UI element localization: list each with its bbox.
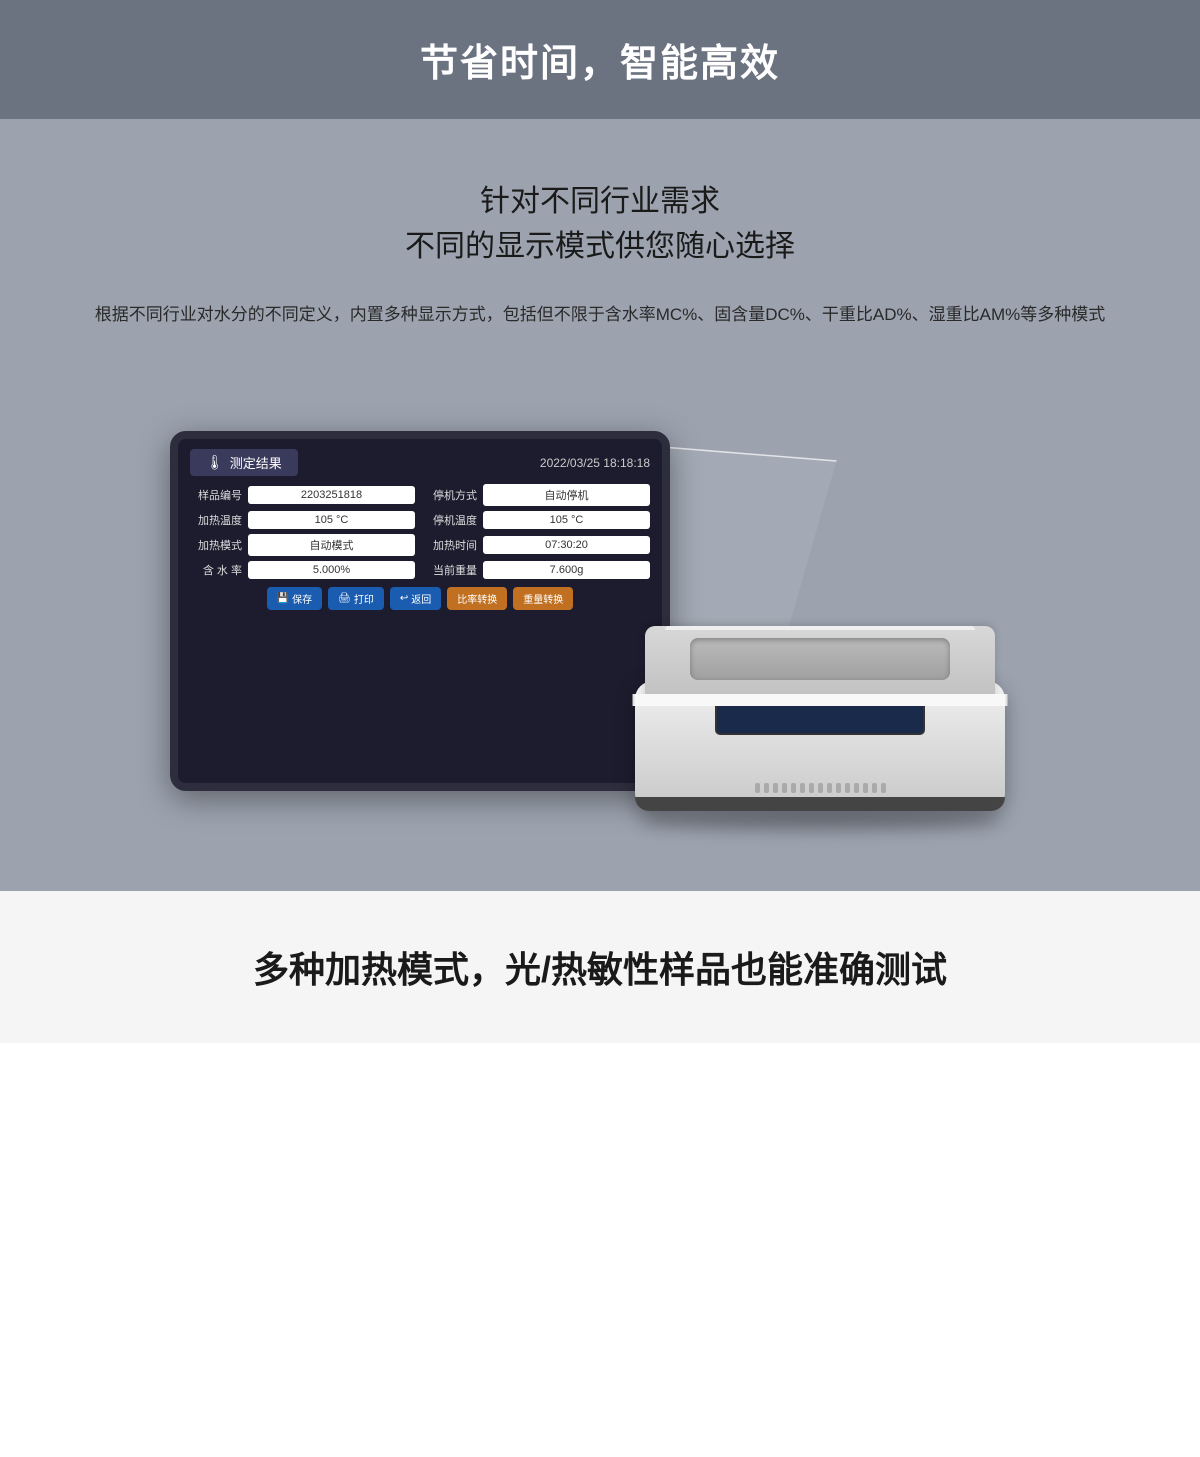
value-sample-id: 2203251818 — [248, 486, 415, 504]
thermometer-icon: 🌡 — [206, 454, 224, 471]
main-section: 针对不同行业需求 不同的显示模式供您随心选择 根据不同行业对水分的不同定义，内置… — [0, 119, 1200, 891]
screen-row-heat-mode: 加热模式 自动模式 — [190, 534, 415, 556]
vent-11 — [845, 783, 850, 793]
vent-4 — [782, 783, 787, 793]
bottom-section: 多种加热模式，光/热敏性样品也能准确测试 — [0, 891, 1200, 1043]
vent-3 — [773, 783, 778, 793]
device-bottom-strip — [635, 797, 1005, 811]
value-moisture: 5.000% — [248, 561, 415, 579]
vent-10 — [836, 783, 841, 793]
vent-15 — [881, 783, 886, 793]
btn-ratio-convert[interactable]: 比率转换 — [447, 587, 507, 610]
vent-13 — [863, 783, 868, 793]
device-lid-highlight — [665, 626, 975, 630]
print-icon: 🖨 — [338, 593, 351, 604]
vent-14 — [872, 783, 877, 793]
vent-5 — [791, 783, 796, 793]
label-stop-mode: 停机方式 — [425, 487, 477, 503]
label-heat-mode: 加热模式 — [190, 537, 242, 553]
screen-data-grid: 样品编号 2203251818 停机方式 自动停机 加热温度 105 °C 停机… — [190, 484, 650, 579]
vent-6 — [800, 783, 805, 793]
back-icon: ↩ — [400, 593, 408, 604]
tablet-screen: 🌡 测定结果 2022/03/25 18:18:18 样品编号 22032518… — [178, 439, 662, 783]
vent-9 — [827, 783, 832, 793]
device-lid — [645, 626, 995, 701]
device-vents — [660, 783, 980, 793]
vent-2 — [764, 783, 769, 793]
screen-row-moisture: 含 水 率 5.000% — [190, 561, 415, 579]
screen-title: 测定结果 — [230, 453, 282, 472]
label-moisture: 含 水 率 — [190, 562, 242, 578]
value-stop-temp: 105 °C — [483, 511, 650, 529]
screen-title-button: 🌡 测定结果 — [190, 449, 298, 476]
screen-row-stop-mode: 停机方式 自动停机 — [425, 484, 650, 506]
device-rim — [633, 694, 1008, 706]
vent-8 — [818, 783, 823, 793]
subtitle-block: 针对不同行业需求 不同的显示模式供您随心选择 — [40, 179, 1160, 269]
device-showcase: 🌡 测定结果 2022/03/25 18:18:18 样品编号 22032518… — [40, 381, 1160, 831]
vent-12 — [854, 783, 859, 793]
btn-save[interactable]: 💾 保存 — [267, 587, 322, 610]
label-sample-id: 样品编号 — [190, 487, 242, 503]
description-text: 根据不同行业对水分的不同定义，内置多种显示方式，包括但不限于含水率MC%、固含量… — [40, 299, 1160, 331]
screen-header: 🌡 测定结果 2022/03/25 18:18:18 — [190, 449, 650, 476]
save-icon: 💾 — [277, 593, 289, 604]
label-heat-temp: 加热温度 — [190, 512, 242, 528]
btn-weight-convert[interactable]: 重量转换 — [513, 587, 573, 610]
value-heat-temp: 105 °C — [248, 511, 415, 529]
screen-row-heat-temp: 加热温度 105 °C — [190, 511, 415, 529]
screen-datetime: 2022/03/25 18:18:18 — [540, 456, 650, 470]
main-title: 节省时间，智能高效 — [0, 32, 1200, 87]
label-weight: 当前重量 — [425, 562, 477, 578]
screen-action-buttons: 💾 保存 🖨 打印 ↩ 返回 比率转换 重量转换 — [190, 587, 650, 610]
device-pan-recess — [690, 638, 950, 680]
value-heat-mode: 自动模式 — [248, 534, 415, 556]
vent-1 — [755, 783, 760, 793]
bottom-title: 多种加热模式，光/热敏性样品也能准确测试 — [60, 941, 1140, 993]
btn-print[interactable]: 🖨 打印 — [328, 587, 384, 610]
subtitle-line1: 针对不同行业需求 不同的显示模式供您随心选择 — [40, 179, 1160, 269]
value-stop-mode: 自动停机 — [483, 484, 650, 506]
screen-row-sample-id: 样品编号 2203251818 — [190, 484, 415, 506]
label-stop-temp: 停机温度 — [425, 512, 477, 528]
label-heat-time: 加热时间 — [425, 537, 477, 553]
tablet-mockup: 🌡 测定结果 2022/03/25 18:18:18 样品编号 22032518… — [170, 431, 670, 791]
physical-device — [610, 531, 1030, 831]
screen-row-stop-temp: 停机温度 105 °C — [425, 511, 650, 529]
btn-back[interactable]: ↩ 返回 — [390, 587, 441, 610]
device-shadow — [640, 811, 1000, 831]
vent-7 — [809, 783, 814, 793]
top-header: 节省时间，智能高效 — [0, 0, 1200, 119]
